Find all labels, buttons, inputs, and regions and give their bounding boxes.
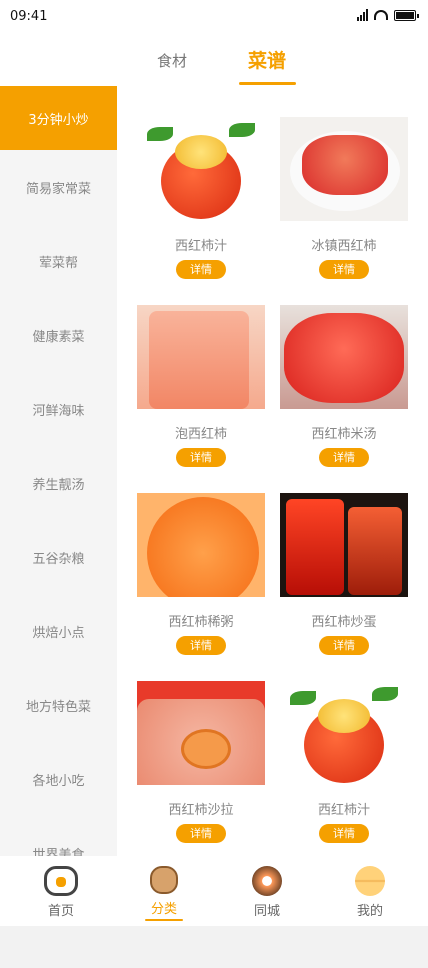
recipe-name: 西红柿米汤 [311, 427, 377, 442]
nav-mine-label: 我的 [356, 904, 383, 919]
recipe-image[interactable] [137, 117, 265, 221]
recipe-card[interactable]: 西红柿稀粥 详情 [137, 493, 265, 655]
recipe-card[interactable]: 西红柿沙拉 详情 [137, 681, 265, 843]
tab-ingredients[interactable]: 食材 [157, 50, 187, 71]
recipe-name: 西红柿炒蛋 [311, 615, 377, 630]
sidebar-item-soup[interactable]: 养生靓汤 [0, 446, 117, 520]
sidebar-item-meat[interactable]: 荤菜帮 [0, 224, 117, 298]
nav-local[interactable]: 同城 [237, 866, 297, 919]
sidebar-item-regional[interactable]: 地方特色菜 [0, 668, 117, 742]
recipe-image[interactable] [280, 117, 408, 221]
recipe-card[interactable]: 西红柿汁 详情 [137, 117, 265, 279]
recipe-image[interactable] [137, 493, 265, 597]
tab-recipes[interactable]: 菜谱 [248, 46, 286, 73]
sidebar-item-world[interactable]: 世界美食 [0, 816, 117, 857]
sidebar-item-seafood[interactable]: 河鲜海味 [0, 372, 117, 446]
category-sidebar[interactable]: 3分钟小炒 简易家常菜 荤菜帮 健康素菜 河鲜海味 养生靓汤 五谷杂粮 烘焙小点… [0, 86, 117, 856]
recipe-image[interactable] [137, 681, 265, 785]
detail-button[interactable]: 详情 [319, 824, 369, 843]
biscuit-icon [150, 866, 178, 894]
sidebar-item-snacks[interactable]: 各地小吃 [0, 742, 117, 816]
detail-button[interactable]: 详情 [176, 260, 226, 279]
tab-active-indicator [239, 82, 296, 85]
top-tabs: 食材 菜谱 [0, 34, 428, 86]
bread-icon [44, 866, 78, 896]
sidebar-item-quick-stirfry[interactable]: 3分钟小炒 [0, 86, 117, 150]
recipe-name: 泡西红柿 [174, 427, 227, 442]
macaron-icon [355, 866, 385, 896]
detail-button[interactable]: 详情 [176, 824, 226, 843]
recipe-grid: 西红柿汁 详情 冰镇西红柿 详情 泡西红柿 详情 西红柿米汤 详情 西红柿稀粥 … [117, 86, 428, 856]
nav-home[interactable]: 首页 [31, 866, 91, 919]
detail-button[interactable]: 详情 [176, 636, 226, 655]
detail-button[interactable]: 详情 [319, 636, 369, 655]
detail-button[interactable]: 详情 [319, 448, 369, 467]
signal-icon [357, 9, 368, 21]
donut-icon [252, 866, 282, 896]
recipe-image[interactable] [280, 493, 408, 597]
home-indicator-area [0, 926, 428, 968]
battery-icon [394, 9, 419, 21]
recipe-card[interactable]: 冰镇西红柿 详情 [280, 117, 408, 279]
recipe-image[interactable] [280, 305, 408, 409]
recipe-image[interactable] [137, 305, 265, 409]
status-bar: 09:41 [0, 0, 428, 34]
recipe-name: 西红柿沙拉 [168, 803, 234, 818]
sidebar-item-vegetarian[interactable]: 健康素菜 [0, 298, 117, 372]
detail-button[interactable]: 详情 [319, 260, 369, 279]
nav-local-label: 同城 [253, 904, 280, 919]
nav-mine[interactable]: 我的 [340, 866, 400, 919]
detail-button[interactable]: 详情 [176, 448, 226, 467]
nav-home-label: 首页 [47, 904, 74, 919]
recipe-card[interactable]: 泡西红柿 详情 [137, 305, 265, 467]
wifi-icon [374, 10, 388, 20]
recipe-card[interactable]: 西红柿米汤 详情 [280, 305, 408, 467]
nav-active-indicator [145, 919, 183, 921]
recipe-card[interactable]: 西红柿炒蛋 详情 [280, 493, 408, 655]
sidebar-item-grains[interactable]: 五谷杂粮 [0, 520, 117, 594]
recipe-image[interactable] [280, 681, 408, 785]
nav-category[interactable]: 分类 [134, 866, 194, 921]
sidebar-item-home-cooking[interactable]: 简易家常菜 [0, 150, 117, 224]
nav-category-label: 分类 [150, 902, 177, 917]
status-time: 09:41 [10, 9, 48, 24]
recipe-card[interactable]: 西红柿汁 详情 [280, 681, 408, 843]
recipe-name: 西红柿汁 [317, 803, 370, 818]
sidebar-item-baking[interactable]: 烘焙小点 [0, 594, 117, 668]
app-screen: 09:41 食材 菜谱 3分钟小炒 简易家常菜 荤菜帮 健康素菜 河鲜海味 养生… [0, 0, 428, 968]
bottom-nav: 首页 分类 同城 我的 [0, 856, 428, 926]
recipe-name: 西红柿汁 [174, 239, 227, 254]
recipe-name: 西红柿稀粥 [168, 615, 234, 630]
status-icons [357, 9, 419, 21]
recipe-name: 冰镇西红柿 [311, 239, 377, 254]
